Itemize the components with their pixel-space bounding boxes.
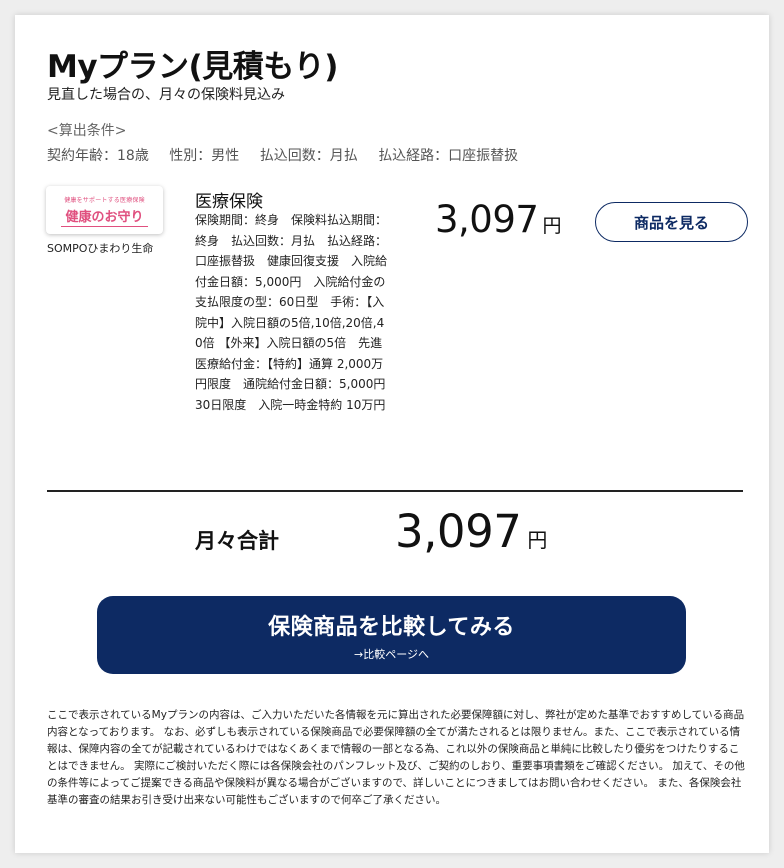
product-name: 医療保険 <box>195 192 263 212</box>
conditions-values: 契約年齢：18歳 性別：男性 払込回数：月払 払込経路：口座振替扱 <box>47 145 534 165</box>
divider <box>47 490 743 492</box>
compare-button-label: 保険商品を比較してみる <box>268 614 515 640</box>
page-subtitle: 見直した場合の、月々の保険料見込み <box>47 87 285 103</box>
condition-age: 契約年齢：18歳 <box>47 148 149 164</box>
plan-card: Myプラン(見積もり) 見直した場合の、月々の保険料見込み <算出条件> 契約年… <box>15 15 769 853</box>
condition-gender: 性別：男性 <box>169 148 240 164</box>
compare-products-button[interactable]: 保険商品を比較してみる →比較ページへ <box>97 596 686 674</box>
monthly-total-price: 3,097 円 <box>395 505 547 558</box>
product-logo-name: 健康のお守り <box>61 206 148 227</box>
product-logo: 健康をサポートする医療保険 健康のお守り <box>46 186 163 234</box>
product-logo-tagline: 健康をサポートする医療保険 <box>64 197 145 204</box>
monthly-total-value: 3,097 <box>395 505 522 558</box>
condition-payment-route: 払込経路：口座振替扱 <box>378 148 519 164</box>
conditions-label: <算出条件> <box>47 123 127 139</box>
monthly-total-label: 月々合計 <box>195 529 279 553</box>
product-price-currency: 円 <box>542 215 562 237</box>
disclaimer-text: ここで表示されているMyプランの内容は、ご入力いただいた各情報を元に算出された必… <box>47 709 745 806</box>
product-price-value: 3,097 <box>435 198 539 241</box>
product-description: 保険期間：終身 保険料払込期間：終身 払込回数：月払 払込経路：口座振替扱 健康… <box>195 213 398 412</box>
compare-button-sublabel: →比較ページへ <box>354 647 429 661</box>
condition-payment-count: 払込回数：月払 <box>259 148 358 164</box>
page-title: Myプラン(見積もり) <box>47 49 338 85</box>
product-price: 3,097 円 <box>435 198 561 241</box>
view-product-button[interactable]: 商品を見る <box>595 202 748 242</box>
monthly-total-currency: 円 <box>527 528 548 552</box>
company-name: SOMPOひまわり生命 <box>47 242 154 255</box>
